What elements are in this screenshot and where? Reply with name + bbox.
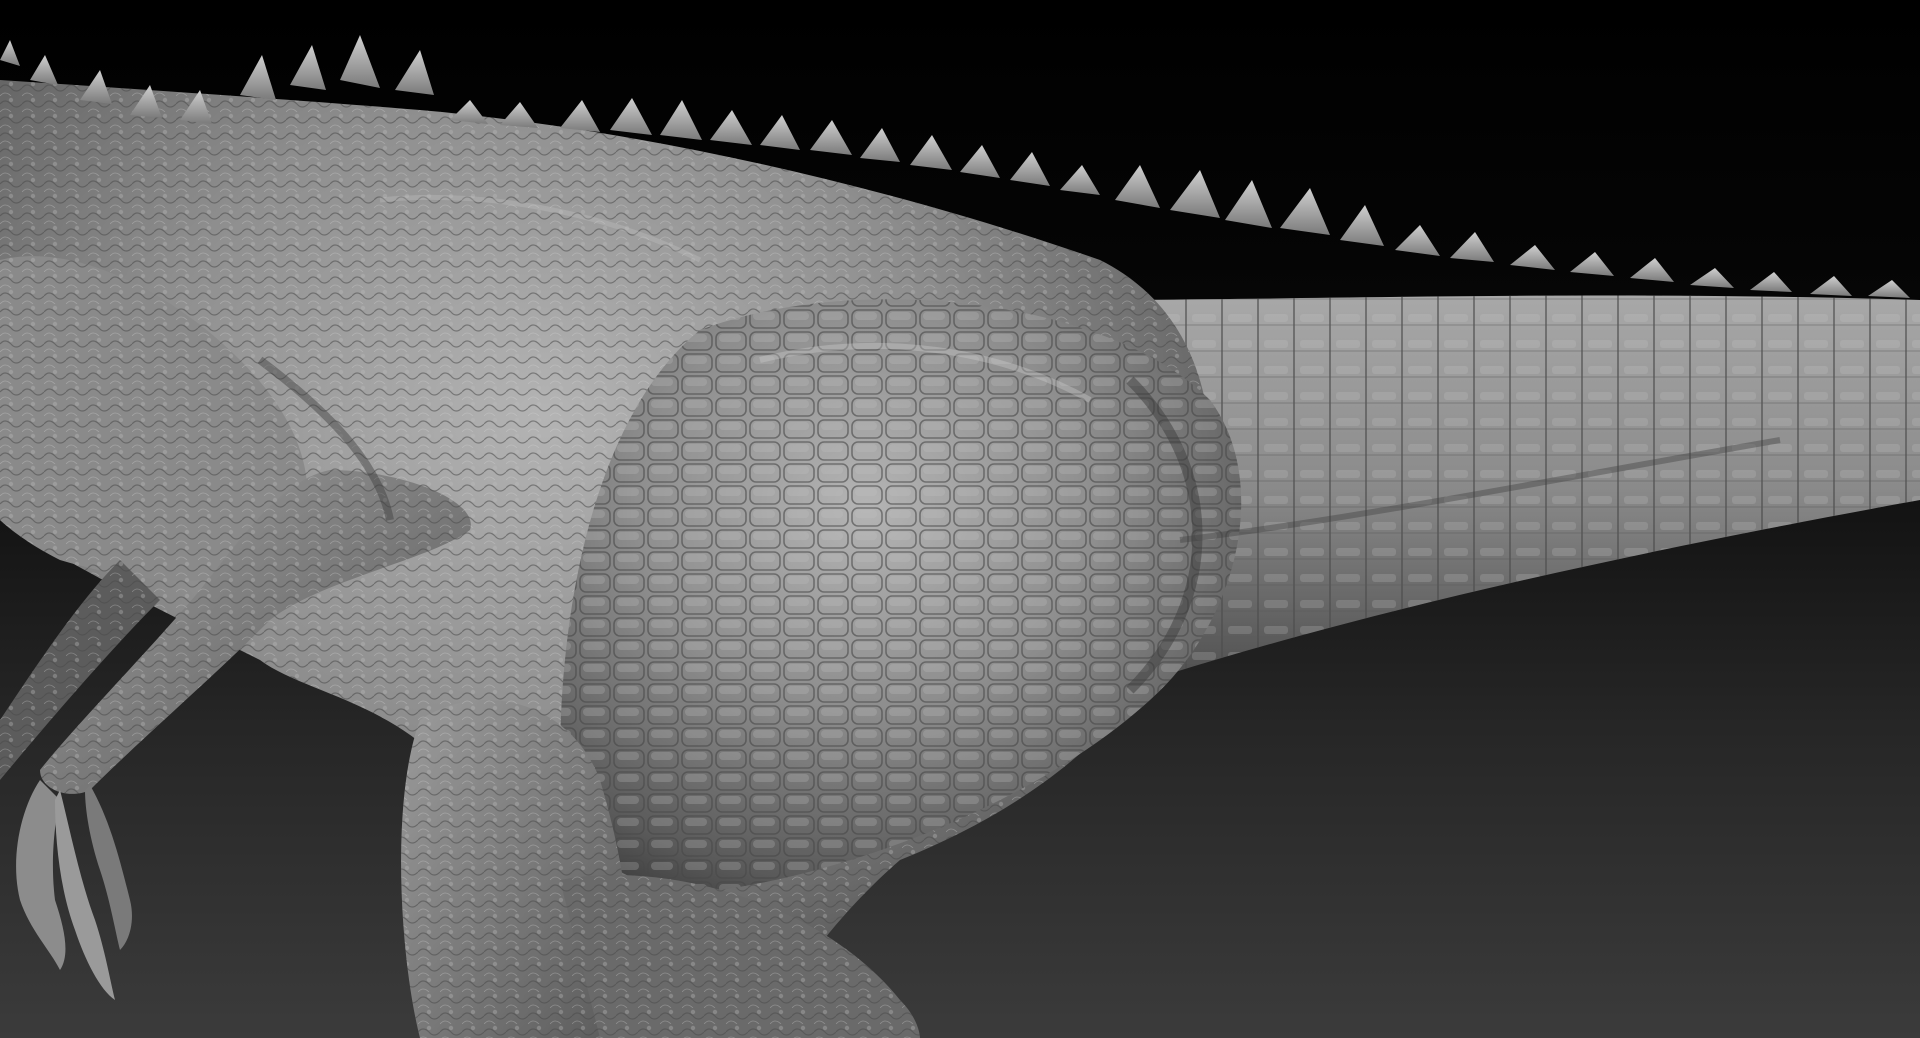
viewport-3d[interactable]	[0, 0, 1920, 1038]
dinosaur-sculpt[interactable]	[0, 0, 1920, 1038]
